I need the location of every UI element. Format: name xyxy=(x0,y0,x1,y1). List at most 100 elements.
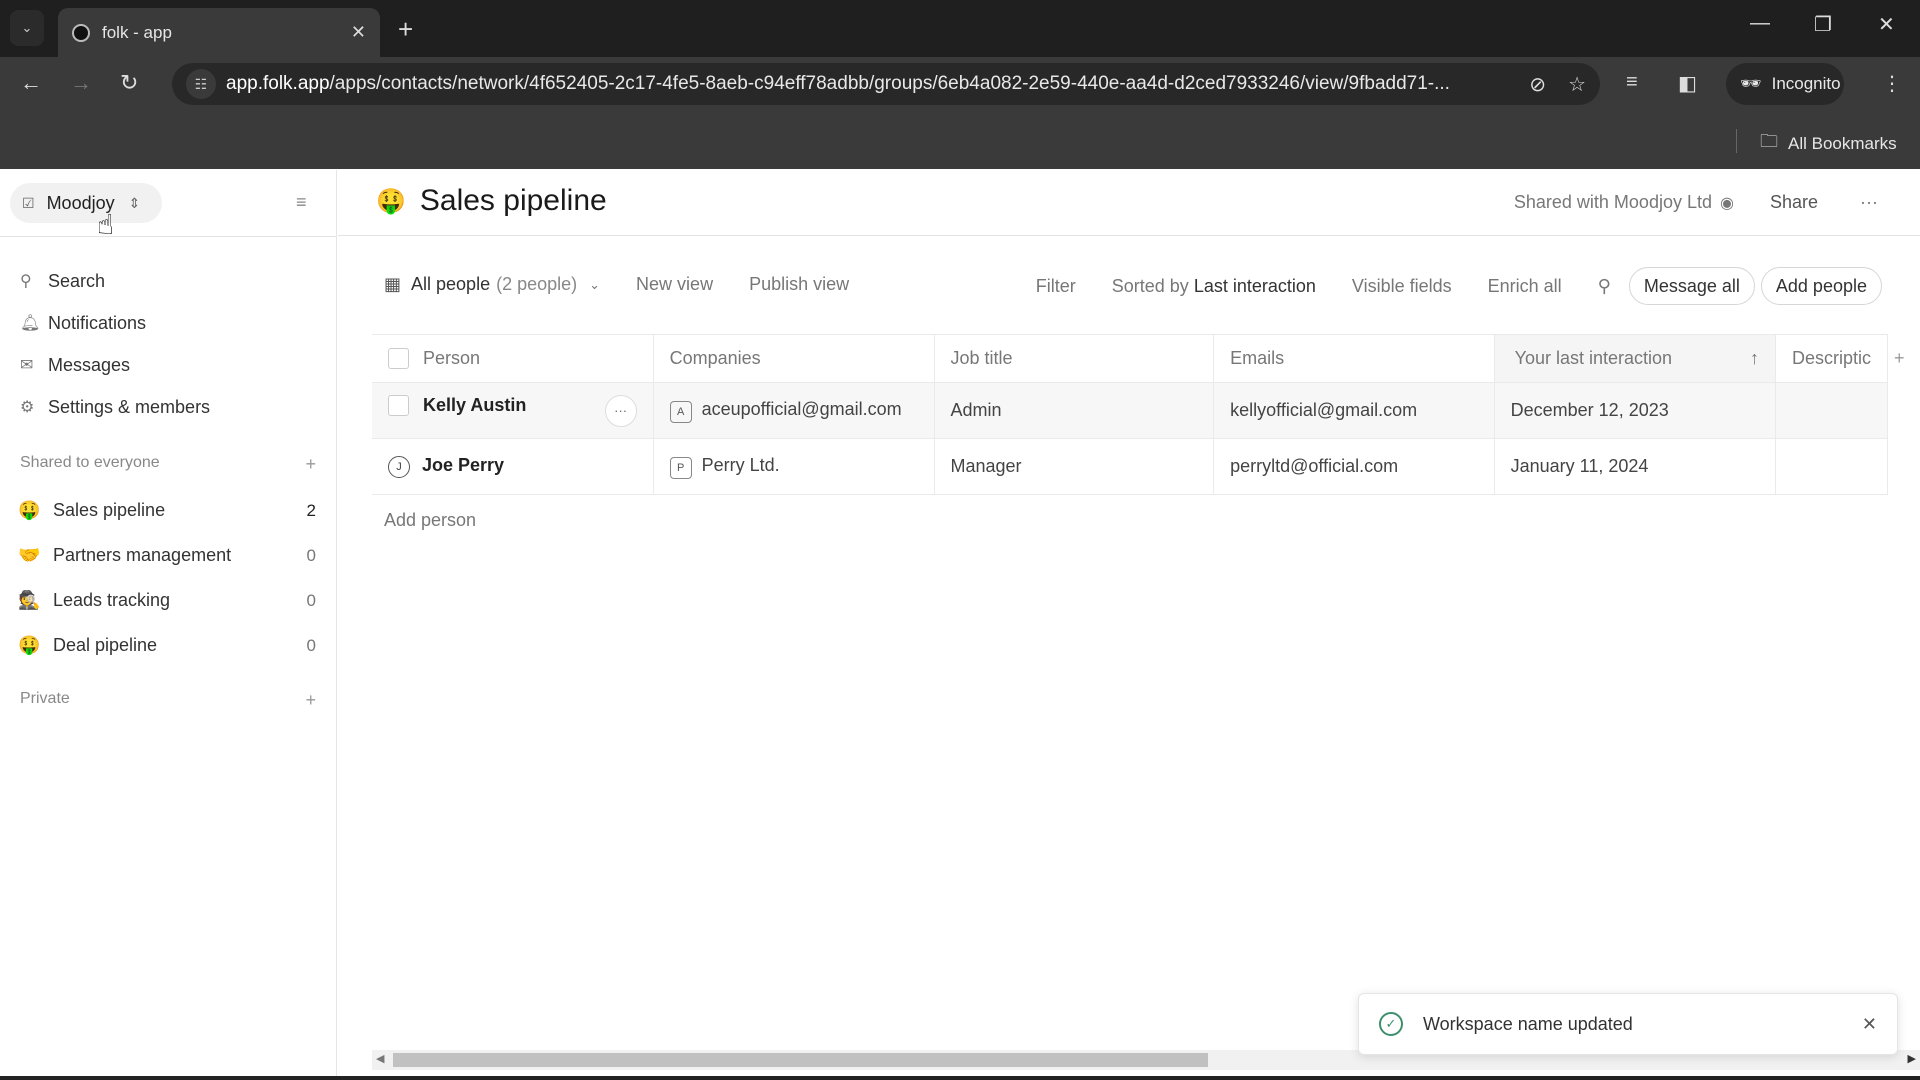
back-icon[interactable]: ← xyxy=(20,70,42,96)
forward-icon[interactable]: → xyxy=(70,70,92,96)
new-tab-button[interactable]: + xyxy=(398,14,413,45)
row-checkbox[interactable] xyxy=(388,395,409,417)
column-header-companies[interactable]: Companies xyxy=(653,334,935,383)
scroll-left-icon[interactable]: ◀ xyxy=(376,1052,384,1065)
column-header-last-interaction[interactable]: Your last interaction ↑ xyxy=(1494,334,1776,383)
sidebar-item-settings[interactable]: ⚙ Settings & members xyxy=(20,386,210,428)
email-cell[interactable]: kellyofficial@gmail.com xyxy=(1213,382,1495,439)
search-icon: ⚲ xyxy=(20,273,32,290)
toast-message: Workspace name updated xyxy=(1423,1013,1633,1034)
folder-icon: 🗀 xyxy=(1760,131,1778,151)
company-cell[interactable]: Aaceupofficial@gmail.com xyxy=(653,382,935,439)
side-panel-icon[interactable]: ◧ xyxy=(1678,71,1697,96)
shared-with-label[interactable]: Shared with Moodjoy Ltd xyxy=(1514,192,1712,213)
sort-ascending-icon[interactable]: ↑ xyxy=(1750,348,1759,369)
description-cell[interactable] xyxy=(1775,438,1889,495)
column-header-job-title[interactable]: Job title xyxy=(934,334,1215,383)
url-text[interactable]: app.folk.app/apps/contacts/network/4f652… xyxy=(226,73,1507,95)
sidebar-group-sales-pipeline[interactable]: 🤑 Sales pipeline 2 xyxy=(18,488,316,533)
sidebar-group-deal-pipeline[interactable]: 🤑 Deal pipeline 0 xyxy=(18,623,316,668)
add-people-button[interactable]: Add people xyxy=(1760,267,1882,305)
close-toast-icon[interactable]: ✕ xyxy=(1862,1014,1877,1035)
mail-icon: ✉ xyxy=(20,357,34,374)
description-cell[interactable] xyxy=(1775,382,1889,439)
column-header-person[interactable]: Person xyxy=(372,334,654,383)
reload-icon[interactable]: ↻ xyxy=(120,70,138,96)
close-tab-icon[interactable]: ✕ xyxy=(351,22,366,43)
sidebar-item-notifications[interactable]: 🔔︎ Notifications xyxy=(20,302,210,344)
incognito-badge[interactable]: 🕶 Incognito xyxy=(1726,63,1844,105)
scroll-right-icon[interactable]: ▶ xyxy=(1908,1052,1916,1065)
sidebar-item-label: Notifications xyxy=(48,312,147,333)
sort-value: Last interaction xyxy=(1193,275,1316,296)
collapse-sidebar-icon[interactable]: ≡ xyxy=(296,192,307,213)
sidebar-item-messages[interactable]: ✉ Messages xyxy=(20,344,210,386)
sidebar-item-label: Messages xyxy=(48,354,131,375)
all-bookmarks-button[interactable]: 🗀 All Bookmarks xyxy=(1760,129,1897,159)
email-cell[interactable]: perryltd@official.com xyxy=(1213,438,1495,495)
add-shared-group-icon[interactable]: + xyxy=(305,454,316,475)
company-cell[interactable]: P Perry Ltd. xyxy=(653,438,935,495)
column-label: Your last interaction xyxy=(1514,348,1673,368)
view-selector[interactable]: All people xyxy=(411,274,490,295)
private-section-header: Private + xyxy=(20,690,316,711)
page-title: 🤑 Sales pipeline xyxy=(376,184,607,218)
table-icon: ▦ xyxy=(384,274,402,294)
minimize-icon[interactable]: — xyxy=(1750,12,1770,35)
person-cell[interactable]: Kelly Austin ··· xyxy=(372,382,654,439)
sidebar-group-partners-management[interactable]: 🤝 Partners management 0 xyxy=(18,533,316,578)
address-bar[interactable]: ☷ app.folk.app/apps/contacts/network/4f6… xyxy=(172,63,1600,105)
column-header-emails[interactable]: Emails xyxy=(1213,334,1495,383)
bell-icon: 🔔︎ xyxy=(20,315,41,332)
menu-icon[interactable]: ⋮ xyxy=(1882,71,1902,96)
person-name[interactable]: Kelly Austin xyxy=(423,395,526,415)
table-row[interactable]: Kelly Austin ··· Aaceupofficial@gmail.com… xyxy=(372,382,1920,439)
chevron-updown-icon: ⇕ xyxy=(128,194,141,211)
share-button[interactable]: Share xyxy=(1770,192,1818,213)
add-column-cell: + xyxy=(1888,335,1920,383)
table-row[interactable]: J Joe Perry P Perry Ltd. Manager perryltd@… xyxy=(372,438,1920,495)
sort-button[interactable]: Sorted by Last interaction xyxy=(1112,276,1316,297)
filter-button[interactable]: Filter xyxy=(1036,276,1076,297)
column-label: Companies xyxy=(669,348,761,368)
site-info-icon[interactable]: ☷ xyxy=(186,69,216,99)
more-options-button[interactable]: ··· xyxy=(1860,192,1878,213)
favicon-icon xyxy=(72,23,90,42)
job-title-cell[interactable]: Manager xyxy=(934,438,1215,495)
person-name[interactable]: Joe Perry xyxy=(422,455,504,475)
url-path: /apps/contacts/network/4f652405-2c17-4fe… xyxy=(329,73,1450,94)
star-icon[interactable]: ☆ xyxy=(1568,72,1586,97)
row-more-icon[interactable]: ··· xyxy=(604,394,637,427)
sidebar-group-leads-tracking[interactable]: 🕵 Leads tracking 0 xyxy=(18,578,316,623)
add-column-icon[interactable]: + xyxy=(1888,348,1905,368)
group-label: Deal pipeline xyxy=(53,635,158,655)
workspace-switcher[interactable]: ☑ Moodjoy ⇕ xyxy=(10,183,162,223)
scrollbar-thumb[interactable] xyxy=(393,1053,1208,1067)
chevron-down-icon[interactable]: ⌄ xyxy=(589,277,600,293)
message-all-button[interactable]: Message all xyxy=(1628,267,1755,305)
restore-icon[interactable]: ❐ xyxy=(1814,12,1832,37)
search-icon[interactable]: ⚲ xyxy=(1598,276,1611,297)
close-window-icon[interactable]: ✕ xyxy=(1878,12,1895,37)
publish-view-button[interactable]: Publish view xyxy=(749,274,849,295)
add-private-group-icon[interactable]: + xyxy=(305,690,316,711)
eye-off-icon[interactable]: ⊘ xyxy=(1529,72,1546,97)
add-person-button[interactable]: Add person xyxy=(384,510,476,531)
last-interaction-cell[interactable]: January 11, 2024 xyxy=(1494,438,1776,495)
new-view-button[interactable]: New view xyxy=(636,274,713,295)
tab-search-button[interactable]: ⌄ xyxy=(10,10,44,46)
column-header-description[interactable]: Descriptic xyxy=(1775,334,1889,383)
gear-icon: ⚙ xyxy=(20,399,35,416)
person-cell[interactable]: J Joe Perry xyxy=(372,438,654,495)
enrich-all-button[interactable]: Enrich all xyxy=(1488,276,1562,297)
browser-tab[interactable]: folk - app ✕ xyxy=(58,8,380,57)
visible-fields-button[interactable]: Visible fields xyxy=(1352,276,1452,297)
media-icon[interactable]: ≡ xyxy=(1626,71,1638,94)
job-title-cell[interactable]: Admin xyxy=(934,382,1215,439)
sidebar-item-search[interactable]: ⚲ Search xyxy=(20,260,210,302)
select-all-checkbox[interactable] xyxy=(388,348,409,370)
last-interaction-cell[interactable]: December 12, 2023 xyxy=(1494,382,1776,439)
last-interaction: December 12, 2023 xyxy=(1510,400,1669,420)
empty-cell xyxy=(1887,382,1920,439)
incognito-icon: 🕶 xyxy=(1740,74,1762,93)
